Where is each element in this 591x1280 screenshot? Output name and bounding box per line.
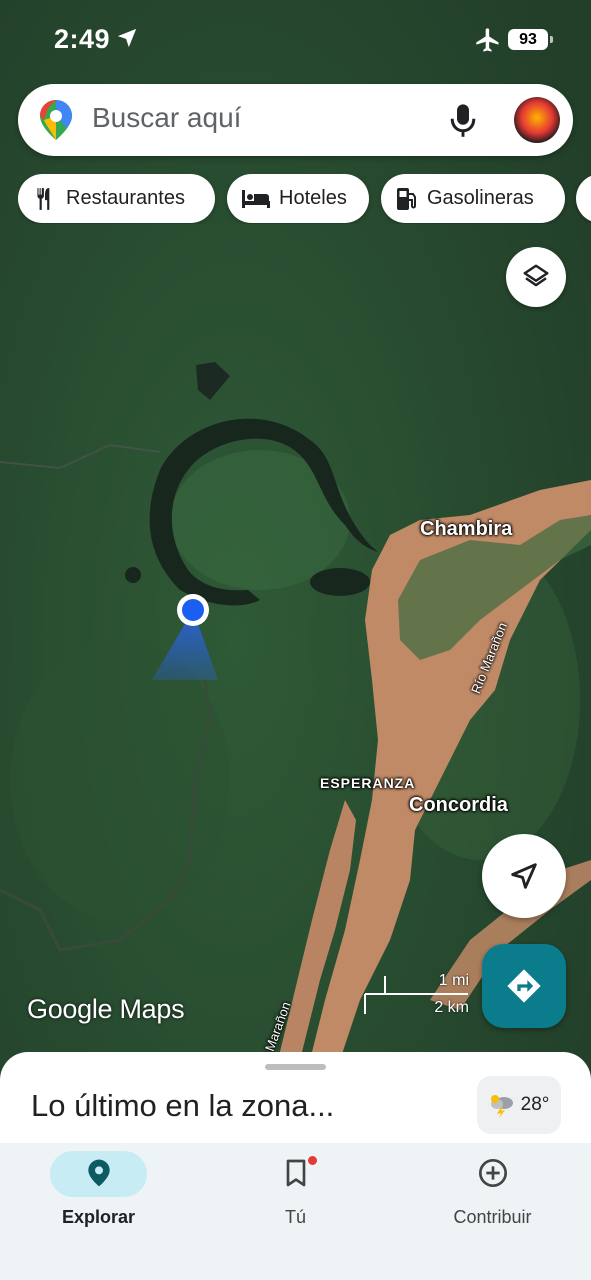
google-maps-logo: Google Maps (27, 994, 185, 1024)
chip-hotels[interactable]: Hoteles (227, 174, 369, 223)
scale-kilometers: 2 km (434, 999, 469, 1016)
status-time: 2:49 (54, 24, 111, 54)
my-location-button[interactable] (482, 834, 566, 918)
chip-restaurants[interactable]: Restaurantes (18, 174, 215, 223)
avatar[interactable] (514, 97, 560, 143)
directions-button[interactable] (482, 944, 566, 1028)
nav-label-contribute: Contribuir (453, 1207, 532, 1227)
category-chips: Restaurantes Hoteles Gasolineras (18, 174, 591, 224)
weather-temperature: 28° (520, 1094, 550, 1115)
search-input[interactable]: Buscar aquí (92, 102, 241, 134)
sheet-title: Lo último en la zona... (31, 1088, 335, 1123)
layers-icon (523, 264, 549, 287)
location-arrow-icon (117, 28, 137, 48)
directions-icon (507, 969, 541, 1003)
sheet-drag-handle[interactable] (265, 1064, 326, 1070)
chip-label: Hoteles (279, 187, 347, 209)
map-pin-icon (87, 1159, 110, 1187)
place-label-concordia[interactable]: Concordia (409, 794, 508, 817)
explore-sheet[interactable]: Lo último en la zona... 28° (0, 1052, 591, 1152)
chip-gas-stations[interactable]: Gasolineras (381, 174, 565, 223)
microphone-icon[interactable] (448, 102, 478, 138)
map-scale: 1 mi 2 km (360, 966, 475, 1026)
gas-pump-icon (397, 187, 416, 210)
scale-miles: 1 mi (438, 972, 469, 989)
status-bar: 2:49 93 (0, 0, 591, 80)
layers-button[interactable] (506, 247, 566, 307)
google-maps-pin-icon (40, 100, 72, 140)
chip-more[interactable] (576, 174, 591, 223)
nav-label-explore: Explorar (61, 1207, 136, 1227)
chip-label: Restaurantes (66, 187, 185, 209)
airplane-icon (476, 28, 499, 52)
bottom-navigation: Explorar Tú Contribuir (0, 1143, 591, 1280)
battery-indicator: 93 (508, 29, 553, 50)
chip-label: Gasolineras (427, 187, 534, 209)
nav-label-you: Tú (284, 1207, 306, 1227)
search-bar[interactable]: Buscar aquí (18, 84, 573, 156)
add-circle-icon (478, 1159, 507, 1187)
fork-knife-icon (37, 187, 50, 210)
notification-dot (306, 1154, 319, 1167)
weather-badge[interactable]: 28° (477, 1076, 561, 1134)
nav-tab-explore[interactable]: Explorar (0, 1143, 197, 1243)
navigation-arrow-icon (511, 863, 537, 889)
nav-tab-contribute[interactable]: Contribuir (394, 1143, 591, 1243)
thunderstorm-icon (490, 1095, 513, 1118)
place-label-chambira[interactable]: Chambira (420, 518, 512, 541)
nav-tab-you[interactable]: Tú (197, 1143, 394, 1243)
place-label-esperanza[interactable]: ESPERANZA (320, 775, 415, 791)
bed-icon (242, 189, 270, 208)
